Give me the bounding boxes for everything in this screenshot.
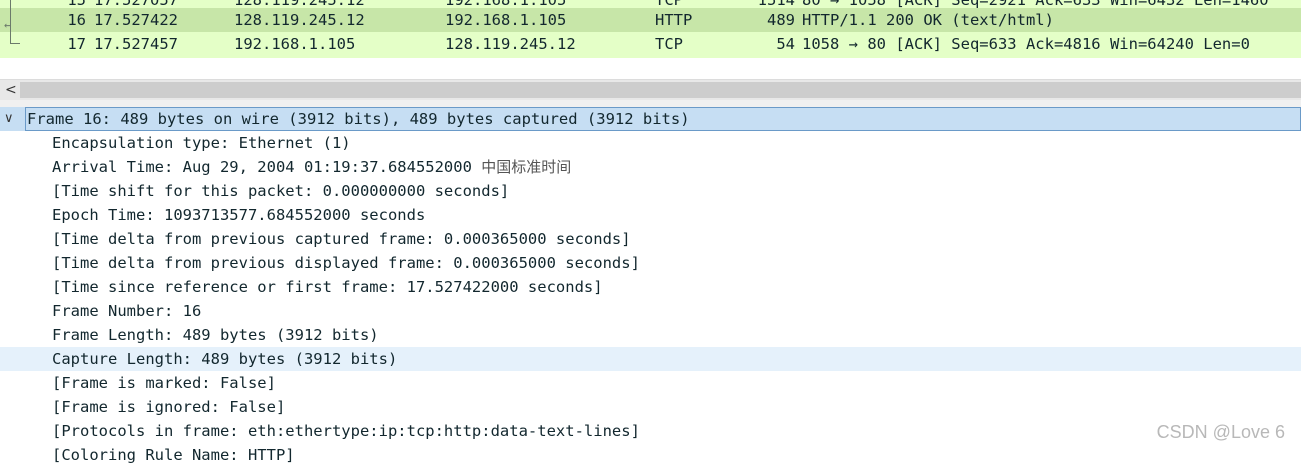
packet-row[interactable]: 17 17.527457 192.168.1.105 128.119.245.1… xyxy=(0,32,1301,56)
packet-row-selected[interactable]: 16 17.527422 128.119.245.12 192.168.1.10… xyxy=(0,8,1301,32)
time-shift: [Time shift for this packet: 0.000000000… xyxy=(52,182,510,200)
collapse-chevron-icon[interactable]: ∨ xyxy=(4,107,14,131)
tree-item[interactable]: [Time delta from previous displayed fram… xyxy=(0,251,1301,275)
tree-item[interactable]: [Time since reference or first frame: 17… xyxy=(0,275,1301,299)
scrollbar-thumb[interactable] xyxy=(20,82,1301,98)
arrival-time-zone: 中国标准时间 xyxy=(481,158,572,176)
packet-info: 1058 → 80 [ACK] Seq=633 Ack=4816 Win=642… xyxy=(802,35,1250,53)
tree-item[interactable]: Frame Length: 489 bytes (3912 bits) xyxy=(0,323,1301,347)
tree-item[interactable]: Encapsulation type: Ethernet (1) xyxy=(0,131,1301,155)
packet-destination: 192.168.1.105 xyxy=(445,11,567,29)
time-delta-displayed: [Time delta from previous displayed fram… xyxy=(52,254,640,272)
capture-length: Capture Length: 489 bytes (3912 bits) xyxy=(52,350,398,368)
time-since-reference: [Time since reference or first frame: 17… xyxy=(52,278,603,296)
packet-length: 54 xyxy=(776,35,795,53)
tree-item[interactable]: [Coloring Rule Name: HTTP] xyxy=(0,443,1301,467)
packet-source: 192.168.1.105 xyxy=(234,35,356,53)
packet-time: 17.527457 xyxy=(94,35,178,53)
tree-item[interactable]: Epoch Time: 1093713577.684552000 seconds xyxy=(0,203,1301,227)
tree-item[interactable]: [Frame is marked: False] xyxy=(0,371,1301,395)
frame-tree-header[interactable]: ∨ Frame 16: 489 bytes on wire (3912 bits… xyxy=(0,107,1301,131)
arrival-time: Arrival Time: Aug 29, 2004 01:19:37.6845… xyxy=(52,155,571,179)
frame-is-ignored: [Frame is ignored: False] xyxy=(52,398,286,416)
packet-protocol: TCP xyxy=(655,35,683,53)
tree-item[interactable]: [Protocols in frame: eth:ethertype:ip:tc… xyxy=(0,419,1301,443)
tree-item-hovered[interactable]: Capture Length: 489 bytes (3912 bits) xyxy=(0,347,1301,371)
packet-list: 15 17.527057 128.119.245.12 192.168.1.10… xyxy=(0,0,1301,58)
packet-info: HTTP/1.1 200 OK (text/html) xyxy=(802,11,1054,29)
frame-summary: Frame 16: 489 bytes on wire (3912 bits),… xyxy=(27,110,690,128)
tree-item[interactable]: [Frame is ignored: False] xyxy=(0,395,1301,419)
tree-item[interactable]: Frame Number: 16 xyxy=(0,299,1301,323)
packet-number: 16 xyxy=(67,11,86,29)
packet-details-tree: ∨ Frame 16: 489 bytes on wire (3912 bits… xyxy=(0,107,1301,464)
time-delta-captured: [Time delta from previous captured frame… xyxy=(52,230,631,248)
packet-time: 17.527422 xyxy=(94,11,178,29)
frame-length: Frame Length: 489 bytes (3912 bits) xyxy=(52,326,379,344)
scroll-left-icon[interactable]: < xyxy=(5,81,17,100)
frame-number: Frame Number: 16 xyxy=(52,302,202,320)
related-packet-corner xyxy=(10,43,20,44)
frame-is-marked: [Frame is marked: False] xyxy=(52,374,276,392)
coloring-rule-name: [Coloring Rule Name: HTTP] xyxy=(52,446,295,464)
tree-item[interactable]: Arrival Time: Aug 29, 2004 01:19:37.6845… xyxy=(0,155,1301,179)
tree-item[interactable]: [Time shift for this packet: 0.000000000… xyxy=(0,179,1301,203)
tree-item[interactable]: [Time delta from previous captured frame… xyxy=(0,227,1301,251)
related-packet-arrow-icon: ← xyxy=(4,18,12,32)
protocols-in-frame: [Protocols in frame: eth:ethertype:ip:tc… xyxy=(52,422,640,440)
packet-length: 489 xyxy=(767,11,795,29)
packet-protocol: HTTP xyxy=(655,11,693,29)
epoch-time: Epoch Time: 1093713577.684552000 seconds xyxy=(52,206,426,224)
horizontal-scrollbar[interactable]: < xyxy=(0,79,1301,101)
packet-number: 17 xyxy=(67,35,86,53)
packet-source: 128.119.245.12 xyxy=(234,11,365,29)
arrival-time-value: Arrival Time: Aug 29, 2004 01:19:37.6845… xyxy=(52,158,472,176)
packet-destination: 128.119.245.12 xyxy=(445,35,576,53)
watermark: CSDN @Love 6 xyxy=(1156,422,1285,442)
encapsulation-type: Encapsulation type: Ethernet (1) xyxy=(52,134,351,152)
